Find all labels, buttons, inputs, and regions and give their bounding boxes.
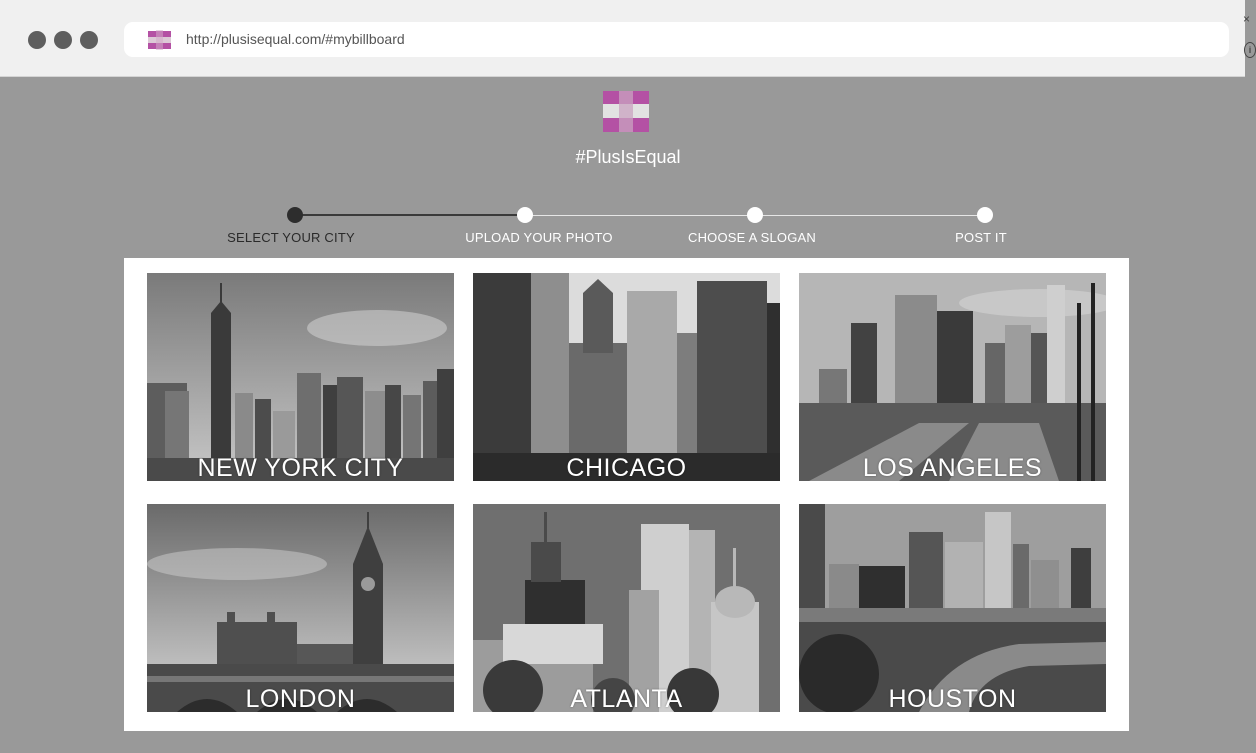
city-tile-los-angeles[interactable]: LOS ANGELES [799, 273, 1106, 481]
london-skyline-image [147, 504, 454, 712]
close-icon[interactable]: × [1243, 12, 1250, 26]
city-tile-houston[interactable]: HOUSTON [799, 504, 1106, 712]
address-bar[interactable]: http://plusisequal.com/#mybillboard [124, 22, 1229, 57]
step-2-dot[interactable] [517, 207, 533, 223]
info-icon[interactable]: i [1244, 42, 1256, 58]
city-tile-chicago[interactable]: CHICAGO [473, 273, 780, 481]
step-3-label[interactable]: CHOOSE A SLOGAN [688, 230, 816, 245]
city-tile-atlanta[interactable]: ATLANTA [473, 504, 780, 712]
window-dot-icon[interactable] [28, 31, 46, 49]
step-1-label[interactable]: SELECT YOUR CITY [227, 230, 355, 245]
window-dot-icon[interactable] [80, 31, 98, 49]
window-dot-icon[interactable] [54, 31, 72, 49]
chicago-skyline-image [473, 273, 780, 481]
city-label: LOS ANGELES [862, 454, 1043, 481]
browser-toolbar: http://plusisequal.com/#mybillboard [0, 0, 1245, 77]
plus-is-equal-favicon-icon [148, 30, 171, 50]
step-4-label[interactable]: POST IT [955, 230, 1007, 245]
stepper-track-active [295, 214, 525, 216]
city-tile-new-york[interactable]: NEW YORK CITY [147, 273, 454, 481]
city-label: NEW YORK CITY [197, 454, 404, 481]
brand-hashtag: #PlusIsEqual [575, 147, 681, 167]
step-1-dot[interactable] [287, 207, 303, 223]
new-york-skyline-image [147, 273, 454, 481]
city-label: ATLANTA [570, 685, 683, 712]
houston-skyline-image [799, 504, 1106, 712]
step-4-dot[interactable] [977, 207, 993, 223]
city-label: HOUSTON [888, 685, 1017, 712]
city-tile-london[interactable]: LONDON [147, 504, 454, 712]
url-text[interactable]: http://plusisequal.com/#mybillboard [186, 22, 405, 57]
step-2-label[interactable]: UPLOAD YOUR PHOTO [465, 230, 612, 245]
atlanta-skyline-image [473, 504, 780, 712]
step-3-dot[interactable] [747, 207, 763, 223]
city-label: CHICAGO [566, 454, 687, 481]
los-angeles-skyline-image [799, 273, 1106, 481]
plus-is-equal-logo-icon [603, 91, 649, 132]
city-label: LONDON [245, 685, 356, 712]
city-selection-card: NEW YORK CITY CHICAGO LOS ANGELES LONDON… [124, 258, 1129, 731]
